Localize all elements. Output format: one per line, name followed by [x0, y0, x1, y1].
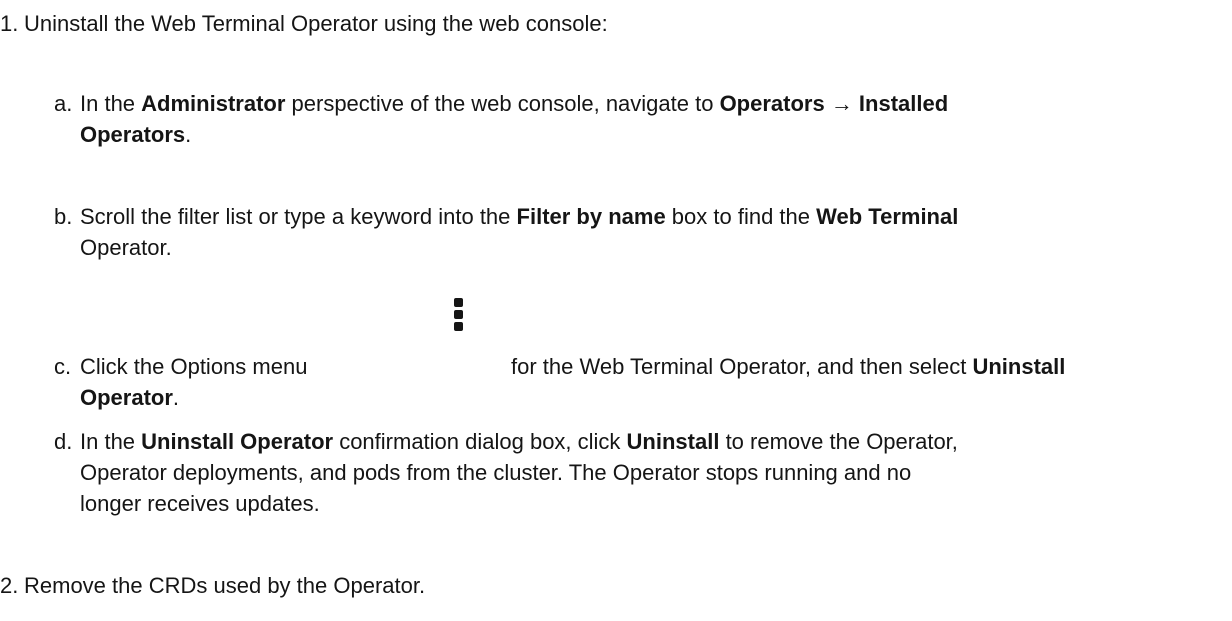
substep-a-bold-administrator: Administrator — [141, 91, 286, 116]
substep-a-body: In the Administrator perspective of the … — [80, 88, 1230, 150]
substep-b-bold-web-terminal: Web Terminal — [816, 204, 959, 229]
substep-a-line-1: In the Administrator perspective of the … — [80, 88, 1230, 119]
substep-b-body: Scroll the filter list or type a keyword… — [80, 201, 1230, 263]
substep-b-text-1: Scroll the filter list or type a keyword… — [80, 204, 517, 229]
substep-b-line-1: Scroll the filter list or type a keyword… — [80, 201, 1230, 232]
substep-d-line-3: longer receives updates. — [80, 491, 320, 516]
substep-c-letter: c. — [54, 354, 72, 379]
substep-b-text-3: Operator. — [80, 235, 172, 260]
substep-b-line-2: Operator. — [80, 232, 1230, 263]
substep-d-body: In the Uninstall Operator confirmation d… — [80, 426, 1230, 519]
substep-b-bold-filter-by-name: Filter by name — [516, 204, 666, 229]
substep-d-line-2: Operator deployments, and pods from the … — [80, 460, 912, 485]
substep-d-line-1: In the Uninstall Operator confirmation d… — [80, 426, 1230, 457]
substep-d-bold-uninstall-operator: Uninstall Operator — [141, 429, 334, 454]
substep-c-text-1: Click the Options menu — [80, 354, 308, 379]
substep-c-bold-operator: Operator — [80, 385, 173, 410]
substep-c-bold-uninstall: Uninstall — [972, 354, 1066, 379]
substep-d-bold-uninstall: Uninstall — [626, 429, 720, 454]
substep-a-text-3: . — [185, 122, 192, 147]
substep-a-text-2: perspective of the web console, navigate… — [285, 91, 720, 116]
substep-b-letter: b. — [54, 204, 73, 229]
substep-a-letter: a. — [54, 91, 73, 116]
step-1-text: Uninstall the Web Terminal Operator usin… — [24, 11, 608, 36]
substep-a-line-2: Operators. — [80, 119, 1230, 150]
substep-c-line-2: Operator. — [80, 382, 1230, 413]
step-1-number: 1. — [0, 11, 19, 36]
substep-c-line-1: Click the Options menu for the Web Termin… — [80, 351, 1230, 382]
kebab-dot-3 — [454, 322, 463, 331]
step-2-text: Remove the CRDs used by the Operator. — [24, 573, 426, 598]
substep-a-bold-operators-installed: Operators → Installed — [719, 91, 949, 116]
step-2-number: 2. — [0, 573, 19, 598]
substep-c-body: Click the Options menu for the Web Termin… — [80, 351, 1230, 413]
kebab-dot-1 — [454, 298, 463, 307]
substep-a-text-1: In the — [80, 91, 142, 116]
substep-c-text-3: . — [172, 385, 180, 410]
kebab-menu-icon — [454, 298, 463, 342]
substep-c-text-2: for the Web Terminal Operator, and then … — [511, 354, 973, 379]
substep-d-text-3: to remove the Operator, — [719, 429, 958, 454]
substep-d-text-2: confirmation dialog box, click — [333, 429, 627, 454]
substep-d-text-1: In the — [80, 429, 142, 454]
kebab-dot-2 — [454, 310, 463, 319]
substep-d-letter: d. — [54, 429, 73, 454]
substep-b-text-2: box to find the — [665, 204, 817, 229]
substep-a-bold-operators: Operators — [80, 122, 186, 147]
